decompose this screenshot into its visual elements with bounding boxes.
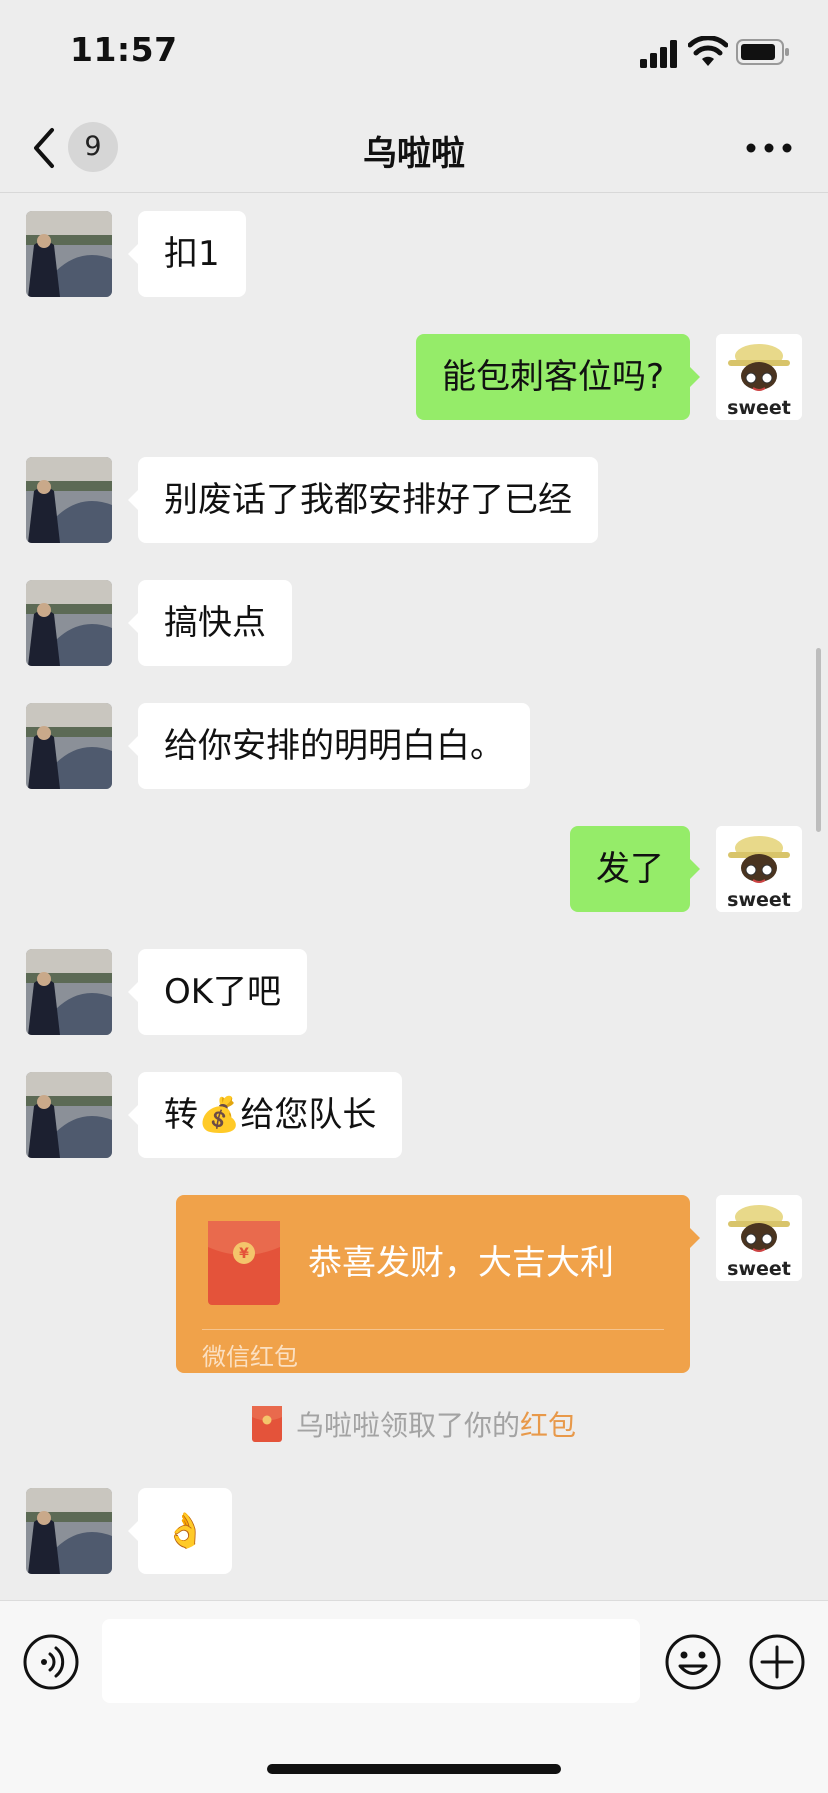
message-bubble[interactable]: 搞快点 bbox=[128, 580, 292, 666]
signal-icon bbox=[640, 40, 677, 68]
notice-text: 乌啦啦领取了你的 bbox=[295, 1409, 520, 1442]
plus-icon[interactable] bbox=[748, 1633, 806, 1691]
notice-red-packet-link[interactable]: 红包 bbox=[520, 1409, 576, 1442]
red-packet-card[interactable]: ¥ 恭喜发财，大吉大利 微信红包 bbox=[176, 1195, 700, 1373]
message-bubble[interactable]: 给你安排的明明白白。 bbox=[128, 703, 530, 789]
red-packet-greeting: 恭喜发财，大吉大利 bbox=[308, 1243, 614, 1283]
contact-avatar[interactable] bbox=[26, 1072, 112, 1158]
status-bar: 11:57 bbox=[0, 0, 828, 100]
message-input[interactable] bbox=[102, 1619, 640, 1703]
input-bar bbox=[0, 1600, 828, 1793]
message-bubble[interactable]: 👌 bbox=[127, 1488, 233, 1574]
voice-icon[interactable] bbox=[22, 1633, 80, 1691]
message-bubble[interactable]: 别废话了我都安排好了已经 bbox=[128, 457, 598, 543]
self-avatar[interactable]: sweet bbox=[716, 1195, 802, 1281]
contact-avatar[interactable] bbox=[26, 1488, 112, 1574]
message-bubble[interactable]: 转💰给您队长 bbox=[127, 1072, 403, 1158]
message-bubble[interactable]: 能包刺客位吗? bbox=[415, 334, 701, 420]
svg-text:sweet: sweet bbox=[727, 1258, 791, 1280]
chat-title: 乌啦啦 bbox=[363, 134, 465, 174]
battery-icon bbox=[736, 39, 789, 65]
red-packet-received-notice: 乌啦啦领取了你的红包 bbox=[0, 1404, 828, 1444]
svg-text:¥: ¥ bbox=[239, 1246, 249, 1262]
red-packet-divider bbox=[202, 1329, 664, 1330]
status-time: 11:57 bbox=[70, 30, 178, 69]
svg-text:sweet: sweet bbox=[727, 397, 791, 419]
message-bubble[interactable]: 扣1 bbox=[128, 211, 246, 297]
self-avatar[interactable]: sweet bbox=[716, 334, 802, 420]
red-envelope-icon bbox=[251, 1406, 282, 1442]
svg-text:sweet: sweet bbox=[727, 889, 791, 911]
contact-avatar[interactable] bbox=[26, 580, 112, 666]
self-avatar[interactable]: sweet bbox=[716, 826, 802, 912]
more-icon[interactable] bbox=[744, 136, 794, 160]
contact-avatar[interactable] bbox=[26, 211, 112, 297]
home-indicator bbox=[267, 1764, 561, 1774]
contact-avatar[interactable] bbox=[26, 949, 112, 1035]
contact-avatar[interactable] bbox=[26, 703, 112, 789]
message-bubble[interactable]: OK了吧 bbox=[127, 949, 308, 1035]
contact-avatar[interactable] bbox=[26, 457, 112, 543]
nav-bar: 9 乌啦啦 bbox=[0, 100, 828, 193]
red-packet-label: 微信红包 bbox=[202, 1343, 298, 1371]
message-bubble[interactable]: 发了 bbox=[570, 826, 700, 912]
message-list[interactable]: 扣1 sweet 能包刺客位吗? 别废话了我都安排好了已经 搞快点 给你安排的明… bbox=[0, 193, 828, 1598]
red-envelope-icon: ¥ bbox=[208, 1221, 280, 1305]
emoji-icon[interactable] bbox=[664, 1633, 722, 1691]
scrollbar[interactable] bbox=[816, 648, 821, 832]
wifi-icon bbox=[688, 36, 728, 66]
